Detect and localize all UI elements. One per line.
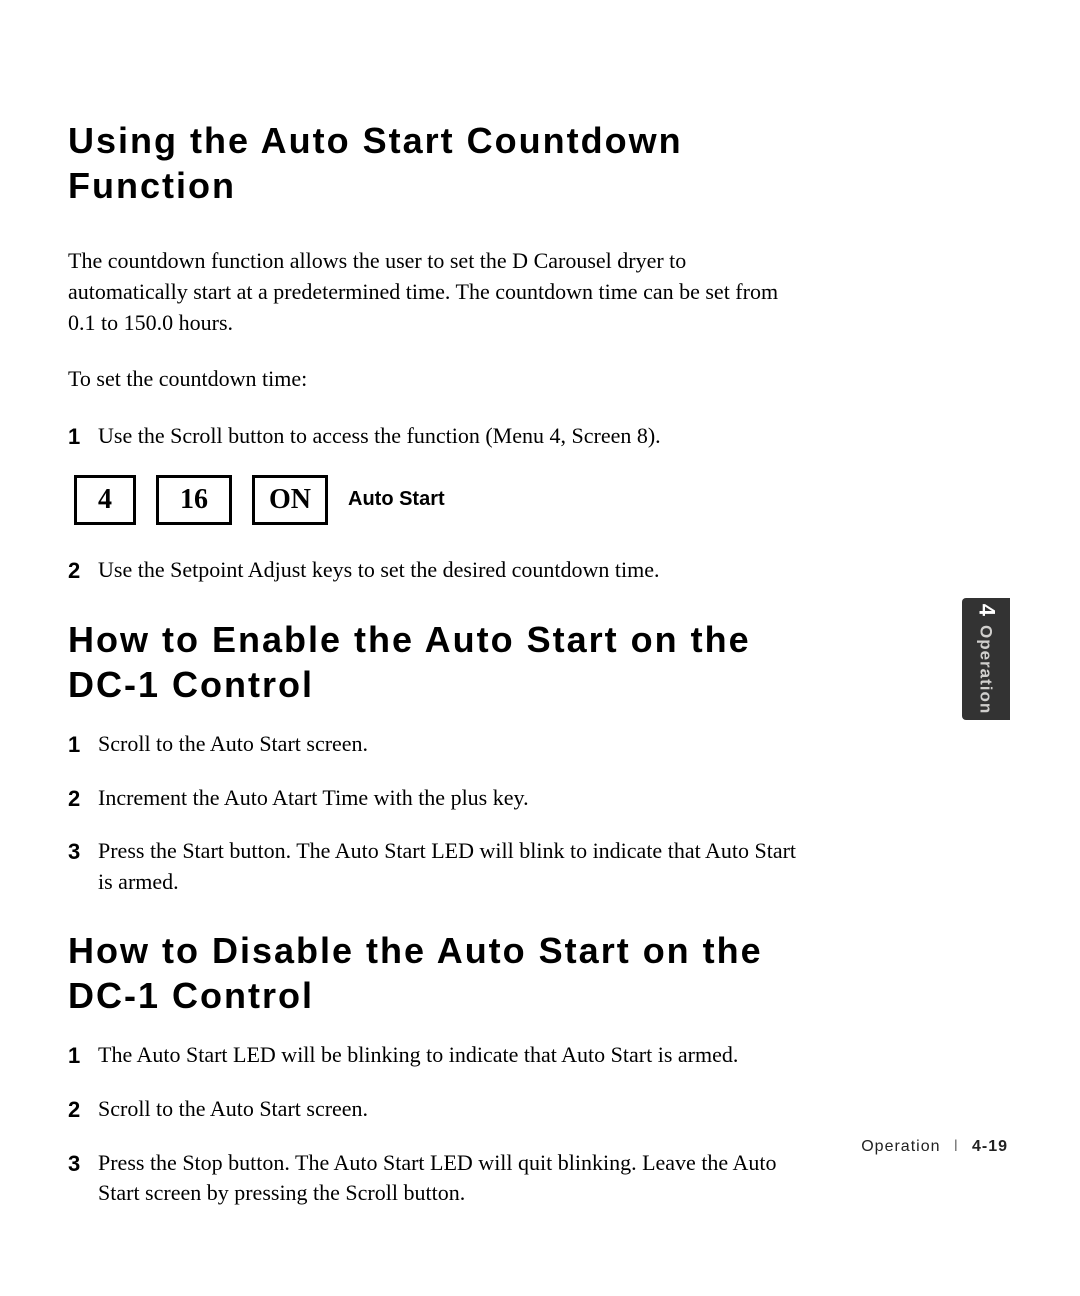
lead-paragraph: To set the countdown time: <box>68 364 798 395</box>
step-text: Press the Stop button. The Auto Start LE… <box>98 1148 798 1210</box>
lcd-screen-cell: 16 <box>156 475 232 525</box>
footer-section: Operation <box>861 1138 940 1155</box>
step-number: 2 <box>68 556 92 587</box>
step-number: 3 <box>68 837 92 868</box>
enable-step-1: 1 Scroll to the Auto Start screen. <box>68 729 798 761</box>
side-tab-label: Operation <box>976 625 995 714</box>
step-number: 3 <box>68 1149 92 1180</box>
lcd-display-row: 4 16 ON Auto Start <box>74 475 798 525</box>
step-number: 2 <box>68 1095 92 1126</box>
footer-page-number: 4-19 <box>972 1138 1008 1155</box>
step-text: Scroll to the Auto Start screen. <box>98 1094 798 1125</box>
step-text: The Auto Start LED will be blinking to i… <box>98 1040 798 1071</box>
step-number: 1 <box>68 1041 92 1072</box>
side-tab: 4 Operation <box>962 598 1010 720</box>
step-text: Press the Start button. The Auto Start L… <box>98 836 798 898</box>
step-text: Use the Scroll button to access the func… <box>98 421 798 452</box>
step-text: Use the Setpoint Adjust keys to set the … <box>98 555 798 586</box>
page-footer: Operation l 4-19 <box>861 1138 1008 1156</box>
side-tab-text: 4 Operation <box>973 604 999 715</box>
heading-enable-auto-start: How to Enable the Auto Start on the DC-1… <box>68 617 798 707</box>
disable-step-2: 2 Scroll to the Auto Start screen. <box>68 1094 798 1126</box>
enable-step-3: 3 Press the Start button. The Auto Start… <box>68 836 798 898</box>
step-text: Increment the Auto Atart Time with the p… <box>98 783 798 814</box>
disable-step-3: 3 Press the Stop button. The Auto Start … <box>68 1148 798 1210</box>
step-number: 1 <box>68 730 92 761</box>
step-1-set-countdown: 1 Use the Scroll button to access the fu… <box>68 421 798 453</box>
step-2-set-countdown: 2 Use the Setpoint Adjust keys to set th… <box>68 555 798 587</box>
footer-separator: l <box>954 1138 959 1155</box>
heading-auto-start-countdown: Using the Auto Start Countdown Function <box>68 118 798 208</box>
step-text: Scroll to the Auto Start screen. <box>98 729 798 760</box>
side-tab-number: 4 <box>974 604 999 617</box>
step-number: 2 <box>68 784 92 815</box>
disable-step-1: 1 The Auto Start LED will be blinking to… <box>68 1040 798 1072</box>
enable-step-2: 2 Increment the Auto Atart Time with the… <box>68 783 798 815</box>
lcd-state-cell: ON <box>252 475 328 525</box>
lcd-menu-cell: 4 <box>74 475 136 525</box>
intro-paragraph: The countdown function allows the user t… <box>68 246 798 338</box>
step-number: 1 <box>68 422 92 453</box>
lcd-label: Auto Start <box>348 488 445 511</box>
heading-disable-auto-start: How to Disable the Auto Start on the DC-… <box>68 928 798 1018</box>
